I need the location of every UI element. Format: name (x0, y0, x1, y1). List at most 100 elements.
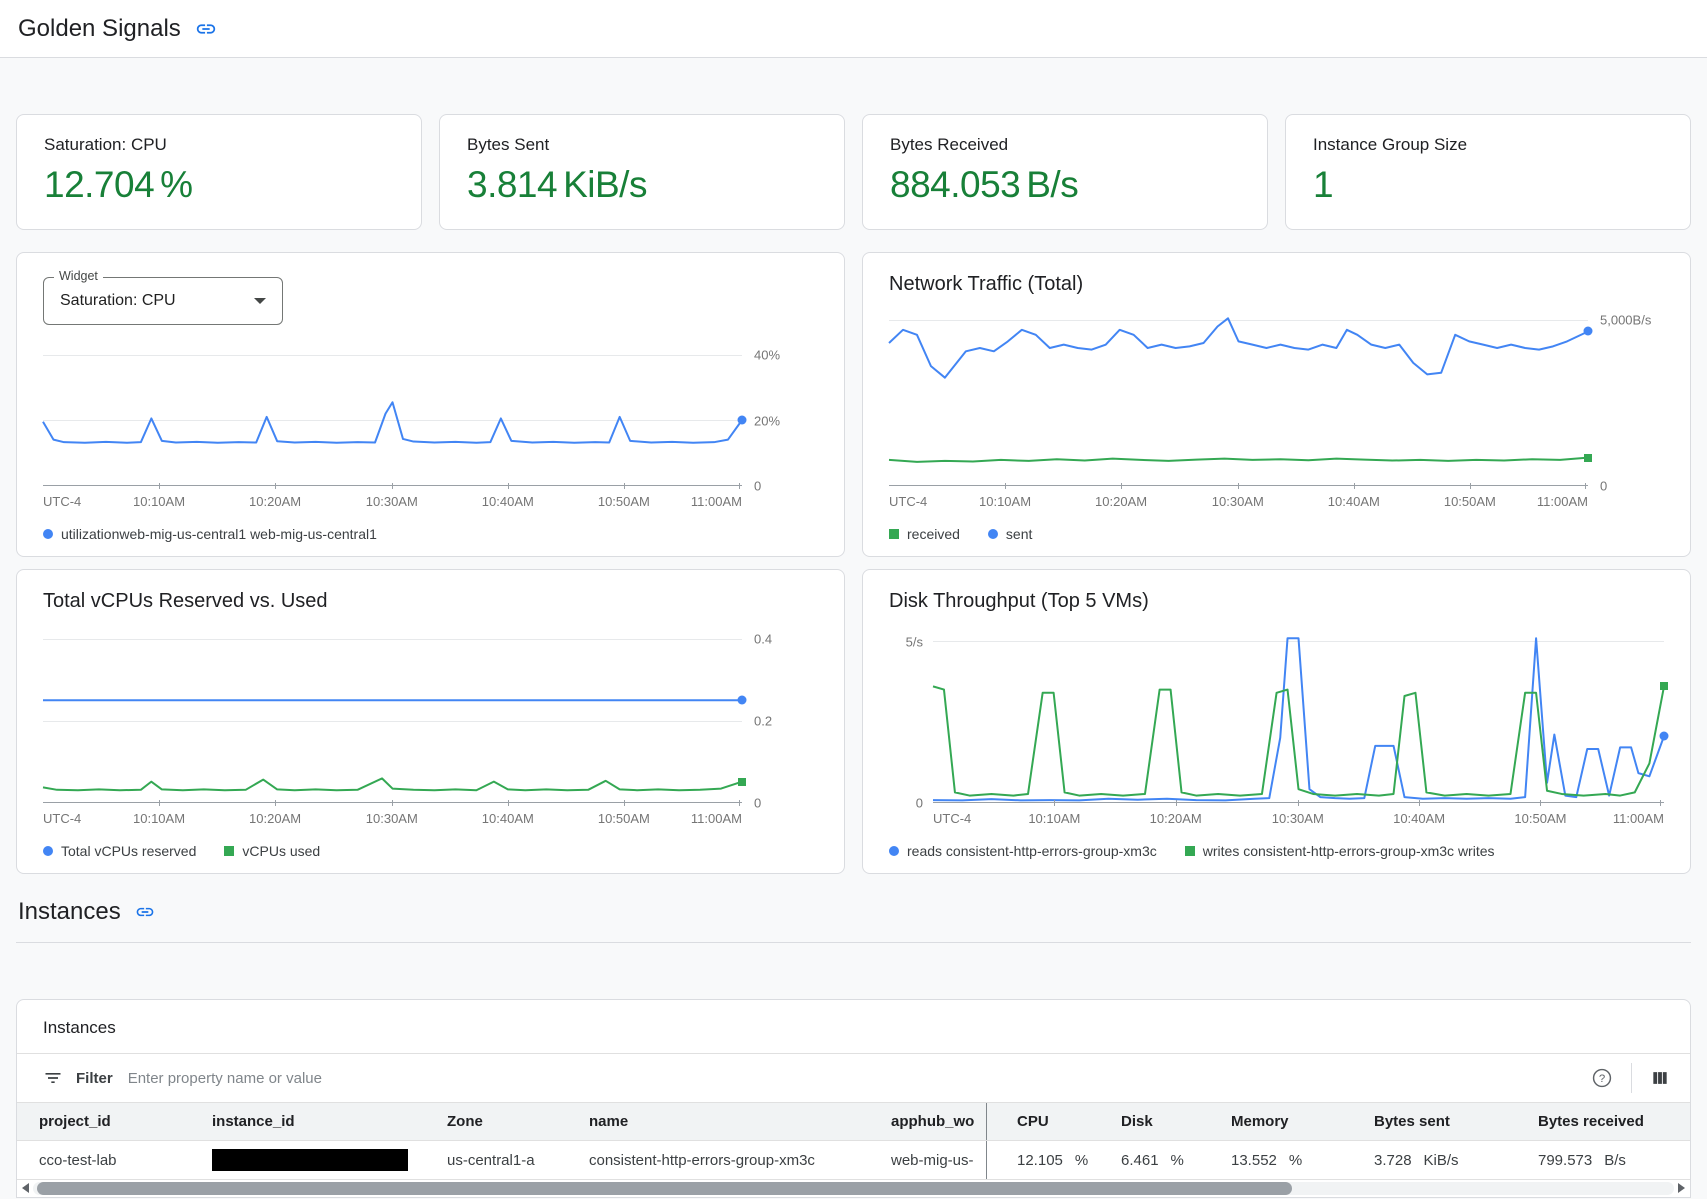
axis-tick (739, 483, 740, 489)
filter-icon (43, 1068, 63, 1088)
axis-tick (1298, 800, 1299, 806)
y-tick-label: 40% (754, 348, 780, 363)
instances-link-button[interactable] (135, 902, 155, 922)
line-chart-plot[interactable] (889, 310, 1588, 485)
page-title: Golden Signals (18, 15, 181, 43)
column-header-bytes-sent[interactable]: Bytes sent (1374, 1103, 1538, 1140)
series-end-square-marker (738, 778, 746, 786)
legend-item[interactable]: writes consistent-http-errors-group-xm3c… (1185, 843, 1495, 859)
line-chart-plot[interactable] (43, 627, 742, 802)
widget-select-value: Saturation: CPU (60, 292, 176, 310)
y-tick-label: 0.4 (754, 632, 772, 647)
scroll-right-arrow-icon[interactable] (1678, 1183, 1685, 1193)
column-display-options-button[interactable] (1650, 1068, 1670, 1088)
scrollbar-track[interactable] (33, 1182, 1674, 1195)
instances-table-card: Instances Filter ? project_id instance_i… (16, 999, 1691, 1198)
column-header-name[interactable]: name (589, 1103, 891, 1140)
cell-bytes-sent: 3.728KiB/s (1374, 1141, 1538, 1179)
axis-tick (508, 800, 509, 806)
horizontal-scrollbar (17, 1180, 1690, 1196)
legend-item[interactable]: Total vCPUs reserved (43, 843, 196, 859)
x-tick-label: 10:30AM (1272, 811, 1324, 826)
series-end-circle-marker (738, 416, 747, 425)
redacted-value (212, 1149, 408, 1171)
axis-tick (1121, 483, 1122, 489)
table-filter-row: Filter ? (17, 1054, 1690, 1103)
legend-item[interactable]: received (889, 526, 960, 542)
y-tick-label: 0 (754, 479, 761, 494)
cell-project-id: cco-test-lab (17, 1141, 212, 1179)
column-header-project-id[interactable]: project_id (17, 1103, 212, 1140)
scorecard-instance-group-size: Instance Group Size 1 (1285, 114, 1691, 230)
filter-input[interactable] (126, 1069, 1578, 1088)
column-header-cpu[interactable]: CPU (987, 1103, 1121, 1140)
widget-select[interactable]: Widget Saturation: CPU (43, 277, 283, 325)
axis-tick (392, 483, 393, 489)
chart-card-disk-throughput: Disk Throughput (Top 5 VMs) UTC-410:10AM… (862, 569, 1691, 874)
legend-label: utilizationweb-mig-us-central1 web-mig-u… (61, 526, 377, 542)
x-tick-label: 10:40AM (482, 494, 534, 509)
legend-label: vCPUs used (242, 843, 320, 859)
column-header-zone[interactable]: Zone (447, 1103, 589, 1140)
filter-label: Filter (76, 1070, 113, 1087)
chart-title: Disk Throughput (Top 5 VMs) (889, 590, 1664, 613)
legend-item[interactable]: utilizationweb-mig-us-central1 web-mig-u… (43, 526, 377, 542)
axis-tick (275, 483, 276, 489)
legend-circle-marker-icon (43, 529, 53, 539)
scorecard-label: Bytes Sent (467, 135, 817, 155)
legend-item[interactable]: sent (988, 526, 1032, 542)
golden-signals-link-button[interactable] (195, 18, 217, 40)
scorecard-value-number: 3.814 (467, 164, 557, 206)
x-tick-label: 11:00AM (691, 811, 742, 826)
x-tick-label: 11:00AM (1613, 811, 1664, 826)
axis-tick (1005, 483, 1006, 489)
help-button[interactable]: ? (1591, 1067, 1613, 1089)
table-row[interactable]: cco-test-lab us-central1-a consistent-ht… (17, 1141, 1690, 1180)
column-header-instance-id[interactable]: instance_id (212, 1103, 447, 1140)
chart-title: Total vCPUs Reserved vs. Used (43, 590, 818, 613)
legend-circle-marker-icon (43, 846, 53, 856)
series-end-square-marker (1660, 682, 1668, 690)
y-axis-labels: 0.40.20 (742, 627, 818, 803)
instances-section-title: Instances (18, 898, 121, 926)
scrollbar-thumb[interactable] (37, 1182, 1292, 1195)
x-tick-label: 10:10AM (133, 494, 185, 509)
line-chart-plot[interactable] (933, 627, 1664, 802)
column-header-disk[interactable]: Disk (1121, 1103, 1231, 1140)
legend-label: Total vCPUs reserved (61, 843, 196, 859)
widget-select-label: Widget (54, 269, 103, 283)
scroll-left-arrow-icon[interactable] (22, 1183, 29, 1193)
axis-tick (1419, 800, 1420, 806)
cell-memory: 13.552% (1231, 1141, 1374, 1179)
line-chart-plot[interactable] (43, 339, 742, 485)
legend-item[interactable]: vCPUs used (224, 843, 320, 859)
y-tick-label: 0 (754, 796, 761, 811)
x-axis: UTC-410:10AM10:20AM10:30AM10:40AM10:50AM… (933, 802, 1664, 829)
column-header-memory[interactable]: Memory (1231, 1103, 1374, 1140)
column-header-apphub[interactable]: apphub_wo (891, 1103, 987, 1140)
x-axis: UTC-410:10AM10:20AM10:30AM10:40AM10:50AM… (43, 485, 742, 512)
vertical-divider (1631, 1063, 1632, 1093)
x-tick-label: UTC-4 (43, 811, 81, 826)
chart-card-vcpus: Total vCPUs Reserved vs. Used UTC-410:10… (16, 569, 845, 874)
column-header-bytes-received[interactable]: Bytes received (1538, 1103, 1690, 1140)
x-tick-label: 10:50AM (1514, 811, 1566, 826)
cell-zone: us-central1-a (447, 1141, 589, 1179)
x-tick-label: 10:20AM (1150, 811, 1202, 826)
y-tick-label: 0.2 (754, 714, 772, 729)
x-tick-label: 10:50AM (598, 811, 650, 826)
x-tick-label: 10:50AM (598, 494, 650, 509)
chart-legend: received sent (889, 524, 1664, 544)
y-tick-label: 20% (754, 413, 780, 428)
chart-legend: reads consistent-http-errors-group-xm3c w… (889, 841, 1664, 861)
x-tick-label: 10:40AM (1328, 494, 1380, 509)
legend-square-marker-icon (1185, 846, 1195, 856)
axis-tick (159, 800, 160, 806)
legend-item[interactable]: reads consistent-http-errors-group-xm3c (889, 843, 1157, 859)
chart-body: UTC-410:10AM10:20AM10:30AM10:40AM10:50AM… (43, 627, 818, 829)
x-tick-label: UTC-4 (43, 494, 81, 509)
axis-tick (1540, 800, 1541, 806)
legend-label: reads consistent-http-errors-group-xm3c (907, 843, 1157, 859)
cell-disk: 6.461% (1121, 1141, 1231, 1179)
view-columns-icon (1650, 1068, 1670, 1088)
